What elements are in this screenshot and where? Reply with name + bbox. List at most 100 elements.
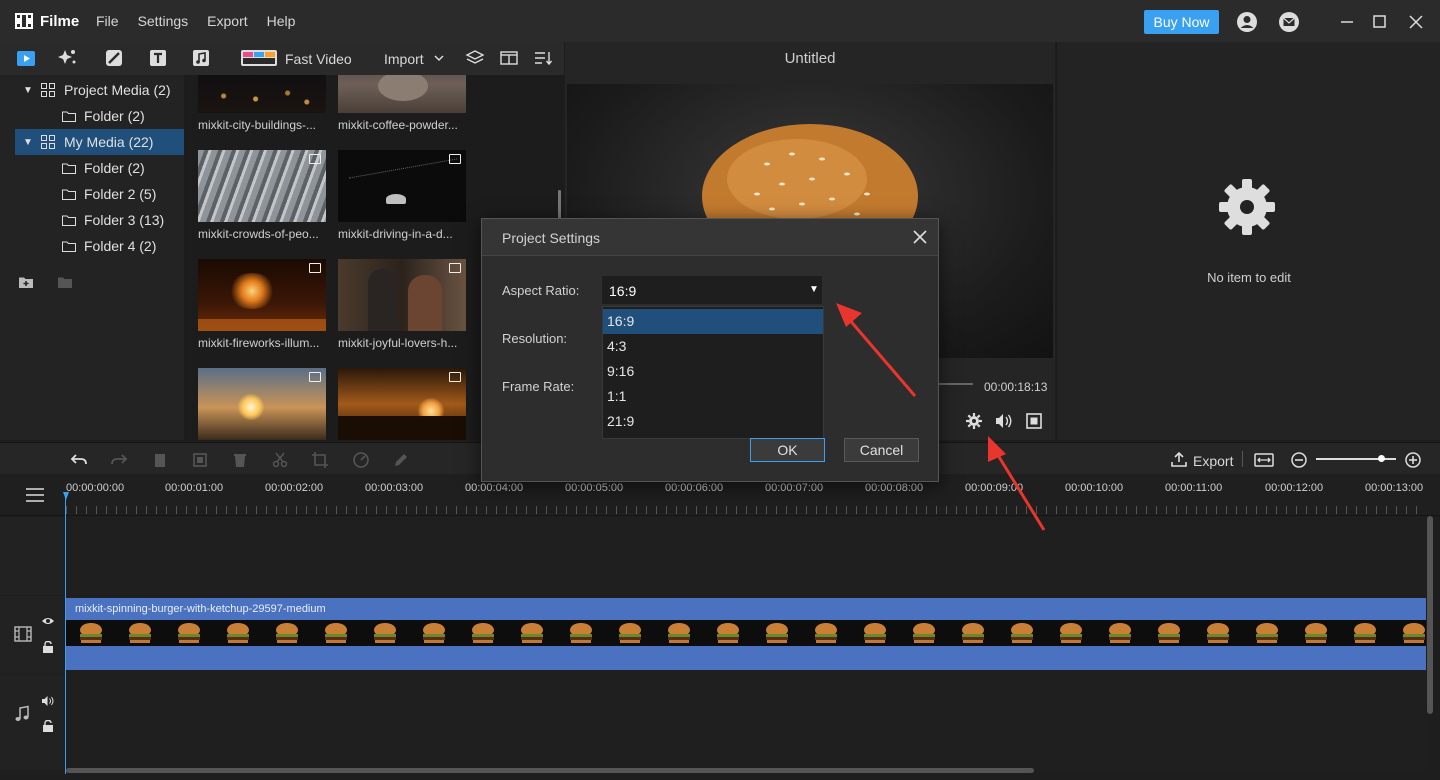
delete-folder-icon[interactable] <box>57 275 73 289</box>
tree-folder-2[interactable]: Folder 2 (5) <box>0 181 185 207</box>
copy-icon[interactable] <box>151 451 169 469</box>
zoom-in-icon[interactable] <box>1404 451 1422 469</box>
tree-label: Folder 3 (13) <box>84 212 165 228</box>
media-label: mixkit-city-buildings-... <box>198 118 317 132</box>
properties-panel: No item to edit <box>1056 42 1440 440</box>
media-tab-icon[interactable] <box>15 47 37 69</box>
dropdown-caret-icon[interactable]: ▼ <box>809 284 819 295</box>
burger-thumbnail <box>1354 623 1376 643</box>
app-name: Filme <box>40 12 80 30</box>
media-thumbnail[interactable] <box>338 150 466 222</box>
effects-tab-icon[interactable] <box>57 47 79 69</box>
lock-icon[interactable] <box>42 720 54 732</box>
burger-thumbnail <box>1256 623 1278 643</box>
layers-icon[interactable] <box>464 47 486 69</box>
volume-icon[interactable] <box>41 695 55 707</box>
media-thumbnail[interactable] <box>338 259 466 331</box>
edit-icon[interactable] <box>392 451 410 469</box>
tree-label: Folder (2) <box>84 160 145 176</box>
lock-icon[interactable] <box>42 641 54 653</box>
tick-label: 00:00:10:00 <box>1065 482 1124 494</box>
minimize-icon[interactable] <box>1336 11 1358 33</box>
timeline-vertical-scrollbar[interactable] <box>1427 516 1433 714</box>
filme-logo-icon <box>15 13 33 29</box>
redo-icon[interactable] <box>110 451 128 469</box>
delete-icon[interactable] <box>231 451 249 469</box>
clip-name: mixkit-spinning-burger-with-ketchup-2959… <box>75 603 326 615</box>
video-clip[interactable]: mixkit-spinning-burger-with-ketchup-2959… <box>66 598 1426 670</box>
media-thumbnail[interactable] <box>338 75 466 113</box>
menu-settings[interactable]: Settings <box>138 13 189 29</box>
tree-my-media[interactable]: ▼ My Media (22) <box>15 129 184 155</box>
track-audio[interactable] <box>66 675 1426 770</box>
speed-icon[interactable] <box>352 451 370 469</box>
volume-icon[interactable] <box>994 412 1014 430</box>
tree-folder[interactable]: Folder (2) <box>0 103 185 129</box>
music-note-icon <box>15 705 29 721</box>
menu-export[interactable]: Export <box>207 13 247 29</box>
track-empty[interactable] <box>66 517 1426 595</box>
chevron-down-icon[interactable] <box>433 47 445 69</box>
fast-video-icon[interactable] <box>240 47 278 69</box>
burger-thumbnail <box>374 623 396 643</box>
export-button[interactable]: Export <box>1193 453 1233 469</box>
tree-folder-3[interactable]: Folder 3 (13) <box>0 207 185 233</box>
undo-icon[interactable] <box>70 451 88 469</box>
aspect-ratio-select[interactable]: 16:9 ▼ <box>602 276 822 304</box>
hamburger-menu-icon[interactable] <box>25 487 45 503</box>
crop-icon[interactable] <box>311 451 329 469</box>
split-icon[interactable] <box>271 451 289 469</box>
sort-icon[interactable] <box>532 47 554 69</box>
buy-now-button[interactable]: Buy Now <box>1144 10 1219 34</box>
burger-thumbnail <box>815 623 837 643</box>
tree-project-media[interactable]: ▼ Project Media (2) <box>0 77 185 103</box>
eye-icon[interactable] <box>41 616 55 626</box>
cancel-button[interactable]: Cancel <box>844 438 919 462</box>
media-scrollbar[interactable] <box>558 190 561 220</box>
menu-file[interactable]: File <box>96 13 119 29</box>
expand-triangle-icon[interactable]: ▼ <box>23 137 33 148</box>
aspect-option[interactable]: 21:9 <box>603 409 823 434</box>
tick-label: 00:00:02:00 <box>265 482 324 494</box>
settings-gear-icon[interactable] <box>965 412 983 430</box>
playhead[interactable] <box>65 492 66 774</box>
ruler-ticks <box>66 506 1426 514</box>
mail-icon[interactable] <box>1278 11 1300 33</box>
close-icon[interactable] <box>910 227 930 247</box>
burger-thumbnail <box>1207 623 1229 643</box>
menu-help[interactable]: Help <box>267 13 296 29</box>
text-tab-icon[interactable] <box>147 47 169 69</box>
account-icon[interactable] <box>1236 11 1258 33</box>
aspect-option[interactable]: 9:16 <box>603 359 823 384</box>
fullscreen-icon[interactable] <box>1026 413 1042 429</box>
settings-gear-icon <box>1219 179 1275 235</box>
media-thumbnail[interactable] <box>198 75 326 113</box>
maximize-icon[interactable] <box>1369 11 1391 33</box>
add-folder-icon[interactable] <box>18 275 34 289</box>
expand-triangle-icon[interactable]: ▼ <box>23 85 33 96</box>
layout-icon[interactable] <box>498 47 520 69</box>
tree-folder[interactable]: Folder (2) <box>0 155 185 181</box>
aspect-option[interactable]: 16:9 <box>603 309 823 334</box>
media-thumbnail[interactable] <box>338 368 466 440</box>
audio-tab-icon[interactable] <box>190 47 212 69</box>
aspect-option[interactable]: 1:1 <box>603 384 823 409</box>
import-button[interactable]: Import <box>384 51 424 67</box>
zoom-out-icon[interactable] <box>1290 451 1308 469</box>
fast-video-label[interactable]: Fast Video <box>285 51 352 67</box>
burger-thumbnail <box>1403 623 1425 643</box>
media-thumbnail[interactable] <box>198 368 326 440</box>
paste-icon[interactable] <box>191 451 209 469</box>
media-thumbnail[interactable] <box>198 150 326 222</box>
preview-progress-bar[interactable] <box>935 383 973 385</box>
fit-timeline-icon[interactable] <box>1254 451 1274 469</box>
export-icon[interactable] <box>1170 451 1188 469</box>
aspect-option[interactable]: 4:3 <box>603 334 823 359</box>
transitions-tab-icon[interactable] <box>103 47 125 69</box>
ok-button[interactable]: OK <box>750 438 825 462</box>
zoom-slider-handle[interactable] <box>1378 455 1385 462</box>
tree-folder-4[interactable]: Folder 4 (2) <box>0 233 185 259</box>
timeline-horizontal-scrollbar[interactable] <box>66 768 1034 773</box>
media-thumbnail[interactable] <box>198 259 326 331</box>
close-icon[interactable] <box>1405 11 1427 33</box>
